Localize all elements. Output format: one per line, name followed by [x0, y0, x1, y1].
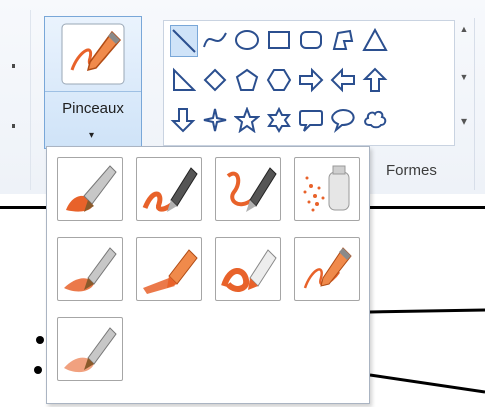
- four-point-star-icon[interactable]: [202, 105, 230, 137]
- brush-pen-icon: [61, 23, 125, 85]
- chevron-down-icon: ▾: [89, 130, 95, 141]
- right-arrow-icon[interactable]: [298, 65, 326, 97]
- curve-icon[interactable]: [202, 25, 230, 57]
- cloud-callout-icon[interactable]: [362, 105, 390, 137]
- down-arrow-icon[interactable]: [170, 105, 198, 137]
- brushes-menu: [46, 146, 370, 404]
- oil-brush-icon[interactable]: [57, 237, 123, 301]
- group-separator: [474, 18, 475, 190]
- airbrush-icon[interactable]: [294, 157, 360, 221]
- five-point-star-icon[interactable]: [233, 105, 262, 137]
- cut-off-icon: [12, 64, 15, 68]
- polygon-icon[interactable]: [330, 25, 358, 57]
- oval-callout-icon[interactable]: [330, 105, 358, 137]
- diamond-icon[interactable]: [202, 65, 230, 97]
- oval-icon[interactable]: [234, 25, 262, 57]
- line-icon[interactable]: [170, 25, 198, 57]
- brush-icon[interactable]: [57, 157, 123, 221]
- scroll-up-button[interactable]: ▲: [455, 24, 473, 60]
- triangle-icon[interactable]: [362, 25, 390, 57]
- group-separator: [30, 10, 31, 190]
- watercolor-brush-icon[interactable]: [57, 317, 123, 381]
- brushes-button[interactable]: Pinceaux ▾: [44, 16, 142, 149]
- rounded-rectangle-icon[interactable]: [298, 25, 326, 57]
- brushes-button-top[interactable]: [45, 17, 141, 92]
- calligraphy-brush-1-icon[interactable]: [136, 157, 202, 221]
- rectangle-icon[interactable]: [266, 25, 294, 57]
- natural-pencil-icon[interactable]: [294, 237, 360, 301]
- shapes-gallery: [163, 20, 455, 146]
- left-arrow-icon[interactable]: [330, 65, 358, 97]
- crayon-icon[interactable]: [136, 237, 202, 301]
- calligraphy-brush-2-icon[interactable]: [215, 157, 281, 221]
- more-shapes-button[interactable]: ▾: [455, 114, 473, 150]
- six-point-star-icon[interactable]: [266, 105, 294, 137]
- shapes-group-label: Formes: [386, 162, 437, 179]
- brushes-label: Pinceaux: [62, 100, 124, 117]
- up-arrow-icon[interactable]: [362, 65, 390, 97]
- shapes-scroll: ▲ ▼ ▾: [455, 20, 473, 146]
- hexagon-icon[interactable]: [266, 65, 294, 97]
- marker-icon[interactable]: [215, 237, 281, 301]
- rounded-rect-callout-icon[interactable]: [298, 105, 326, 137]
- right-triangle-icon[interactable]: [170, 65, 198, 97]
- cut-off-icon: [12, 124, 15, 128]
- pentagon-icon[interactable]: [234, 65, 262, 97]
- scroll-down-button[interactable]: ▼: [455, 72, 473, 108]
